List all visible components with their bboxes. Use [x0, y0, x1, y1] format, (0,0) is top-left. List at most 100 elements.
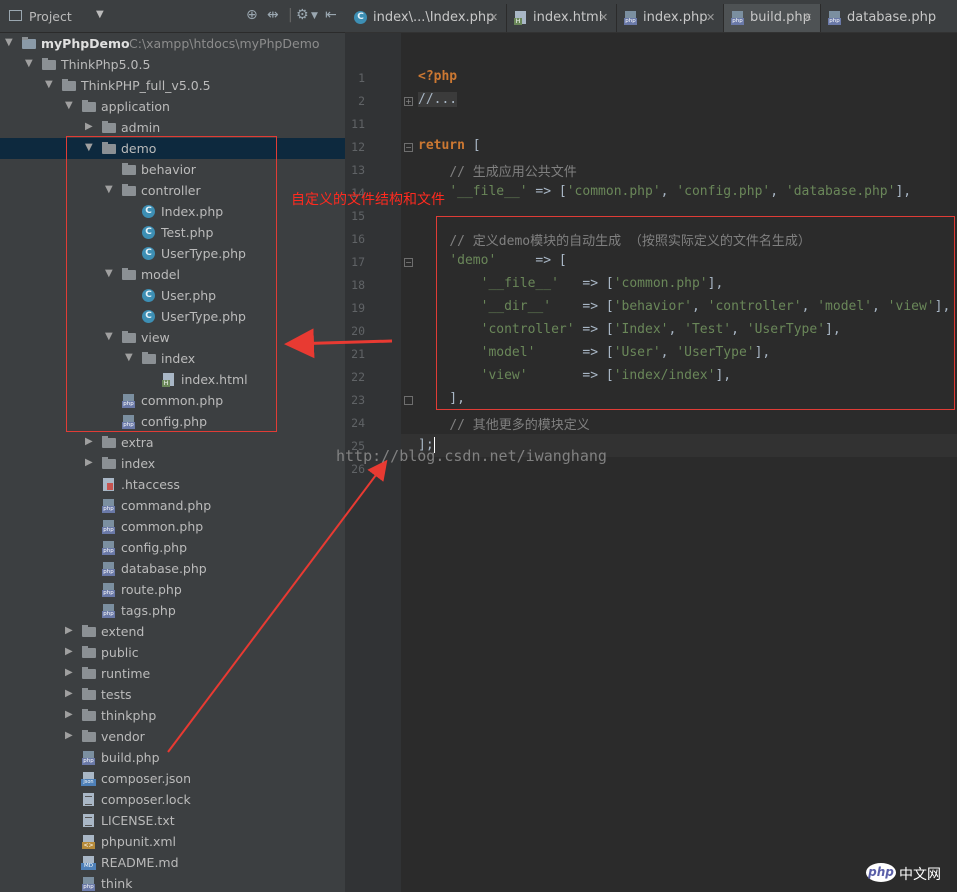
collapsed-arrow-icon[interactable]: ▶ — [65, 667, 75, 679]
close-tab-icon[interactable]: ✕ — [706, 11, 715, 24]
site-logo-badge: php — [866, 863, 896, 882]
tree-item[interactable]: ▶ runtime — [0, 663, 345, 684]
tree-item-label: ThinkPhp5.0.5 — [61, 57, 151, 72]
tree-item[interactable]: ▶ public — [0, 642, 345, 663]
hide-panel-icon[interactable]: ⇤ — [325, 7, 337, 23]
tree-item[interactable]: database.php — [0, 558, 345, 579]
line-number: 1 — [358, 71, 365, 85]
expanded-arrow-icon[interactable]: ▼ — [45, 79, 55, 91]
line-number: 21 — [351, 347, 365, 361]
editor-tab[interactable]: build.php✕ — [724, 4, 821, 32]
editor-tab[interactable]: index\...\Index.php✕ — [347, 4, 507, 32]
tree-item[interactable]: ▼ view — [0, 327, 345, 348]
collapse-fold-icon[interactable]: − — [404, 143, 413, 152]
tree-item[interactable]: common.php — [0, 390, 345, 411]
tree-item[interactable]: ▼ myPhpDemo C:\xampp\htdocs\myPhpDemo — [0, 33, 345, 54]
tree-item[interactable]: common.php — [0, 516, 345, 537]
close-tab-icon[interactable]: ✕ — [599, 11, 608, 24]
collapsed-arrow-icon[interactable]: ▶ — [65, 709, 75, 721]
tree-item[interactable]: build.php — [0, 747, 345, 768]
fold-end-icon[interactable] — [404, 396, 413, 405]
tree-item[interactable]: route.php — [0, 579, 345, 600]
tree-item-label: command.php — [121, 498, 212, 513]
tree-item[interactable]: UserType.php — [0, 243, 345, 264]
expanded-arrow-icon[interactable]: ▼ — [65, 100, 75, 112]
tree-item[interactable]: index.html — [0, 369, 345, 390]
html-file-icon — [513, 10, 529, 25]
tree-item[interactable]: config.php — [0, 537, 345, 558]
close-tab-icon[interactable]: ✕ — [803, 11, 812, 24]
tree-item-label: .htaccess — [121, 477, 180, 492]
php-file-icon — [101, 603, 117, 618]
tree-item[interactable]: phpunit.xml — [0, 831, 345, 852]
expanded-arrow-icon[interactable]: ▼ — [105, 331, 115, 343]
tree-item[interactable]: ▶ extend — [0, 621, 345, 642]
tree-item-label: tests — [101, 687, 132, 702]
expanded-arrow-icon[interactable]: ▼ — [85, 142, 95, 154]
tree-item[interactable]: README.md — [0, 852, 345, 873]
tree-item[interactable]: .htaccess — [0, 474, 345, 495]
tree-item[interactable]: ▼ index — [0, 348, 345, 369]
tree-item[interactable]: LICENSE.txt — [0, 810, 345, 831]
editor-tab[interactable]: index.php✕ — [617, 4, 724, 32]
tree-item[interactable]: Test.php — [0, 222, 345, 243]
collapsed-arrow-icon[interactable]: ▶ — [65, 730, 75, 742]
project-panel: Project ▼ ⊕ ⇹ | ⚙ ▼ ⇤ ▼ myPhpDemo C:\xampp… — [0, 0, 345, 892]
editor-tab[interactable]: database.php — [821, 4, 957, 32]
collapsed-arrow-icon[interactable]: ▶ — [85, 436, 95, 448]
settings-gear-icon[interactable]: ⚙ — [296, 7, 309, 23]
tree-item-label: route.php — [121, 582, 182, 597]
php-file-icon-wrap — [828, 11, 841, 25]
tree-item[interactable]: ▼ ThinkPhp5.0.5 — [0, 54, 345, 75]
line-number: 16 — [351, 232, 365, 246]
tree-item[interactable]: config.php — [0, 411, 345, 432]
close-tab-icon[interactable]: ✕ — [489, 11, 498, 24]
tree-item[interactable]: ▶ thinkphp — [0, 705, 345, 726]
expand-fold-icon[interactable]: + — [404, 97, 413, 106]
editor-tab[interactable]: index.html✕ — [507, 4, 617, 32]
collapsed-arrow-icon[interactable]: ▶ — [65, 625, 75, 637]
tree-item[interactable]: composer.lock — [0, 789, 345, 810]
collapsed-arrow-icon[interactable]: ▶ — [65, 646, 75, 658]
tree-item[interactable]: ▶ index — [0, 453, 345, 474]
collapsed-arrow-icon[interactable]: ▶ — [85, 457, 95, 469]
tree-item[interactable]: composer.json — [0, 768, 345, 789]
expanded-arrow-icon[interactable]: ▼ — [105, 184, 115, 196]
collapsed-arrow-icon[interactable]: ▶ — [65, 688, 75, 700]
locate-file-icon[interactable]: ⊕ — [246, 7, 258, 23]
tree-item[interactable]: UserType.php — [0, 306, 345, 327]
tree-item[interactable]: ▶ admin — [0, 117, 345, 138]
tree-item[interactable]: behavior — [0, 159, 345, 180]
tree-item[interactable]: ▼ model — [0, 264, 345, 285]
folder-icon — [81, 687, 97, 702]
tree-item[interactable]: ▶ extra — [0, 432, 345, 453]
tree-item[interactable]: tags.php — [0, 600, 345, 621]
tree-item-label: index — [121, 456, 156, 471]
tree-item[interactable]: User.php — [0, 285, 345, 306]
tree-item-label: behavior — [141, 162, 196, 177]
tree-item[interactable]: ▶ tests — [0, 684, 345, 705]
collapse-all-icon[interactable]: ⇹ — [267, 7, 279, 23]
tree-item[interactable]: ▼ application — [0, 96, 345, 117]
code-line: '__file__' => ['common.php'], — [480, 276, 724, 291]
project-panel-title[interactable]: Project — [29, 9, 72, 24]
expanded-arrow-icon[interactable]: ▼ — [25, 58, 35, 70]
tree-item[interactable]: ▼ ThinkPHP_full_v5.0.5 — [0, 75, 345, 96]
tree-item[interactable]: ▼ demo — [0, 138, 345, 159]
tree-item-label: UserType.php — [161, 246, 246, 261]
php-file-icon — [101, 561, 117, 576]
collapse-fold-icon[interactable]: − — [404, 258, 413, 267]
collapsed-arrow-icon[interactable]: ▶ — [85, 121, 95, 133]
view-dropdown-icon[interactable]: ▼ — [96, 9, 104, 20]
settings-dropdown-icon[interactable]: ▼ — [311, 11, 318, 21]
tree-item[interactable]: think — [0, 873, 345, 892]
php-file-icon-wrap — [731, 11, 744, 25]
tree-item[interactable]: ▶ vendor — [0, 726, 345, 747]
expanded-arrow-icon[interactable]: ▼ — [5, 37, 15, 49]
tree-item[interactable]: command.php — [0, 495, 345, 516]
code-line: 'demo' => [ — [449, 253, 567, 268]
tree-item-label: UserType.php — [161, 309, 246, 324]
toolbar-separator: | — [288, 7, 293, 23]
expanded-arrow-icon[interactable]: ▼ — [105, 268, 115, 280]
expanded-arrow-icon[interactable]: ▼ — [125, 352, 135, 364]
